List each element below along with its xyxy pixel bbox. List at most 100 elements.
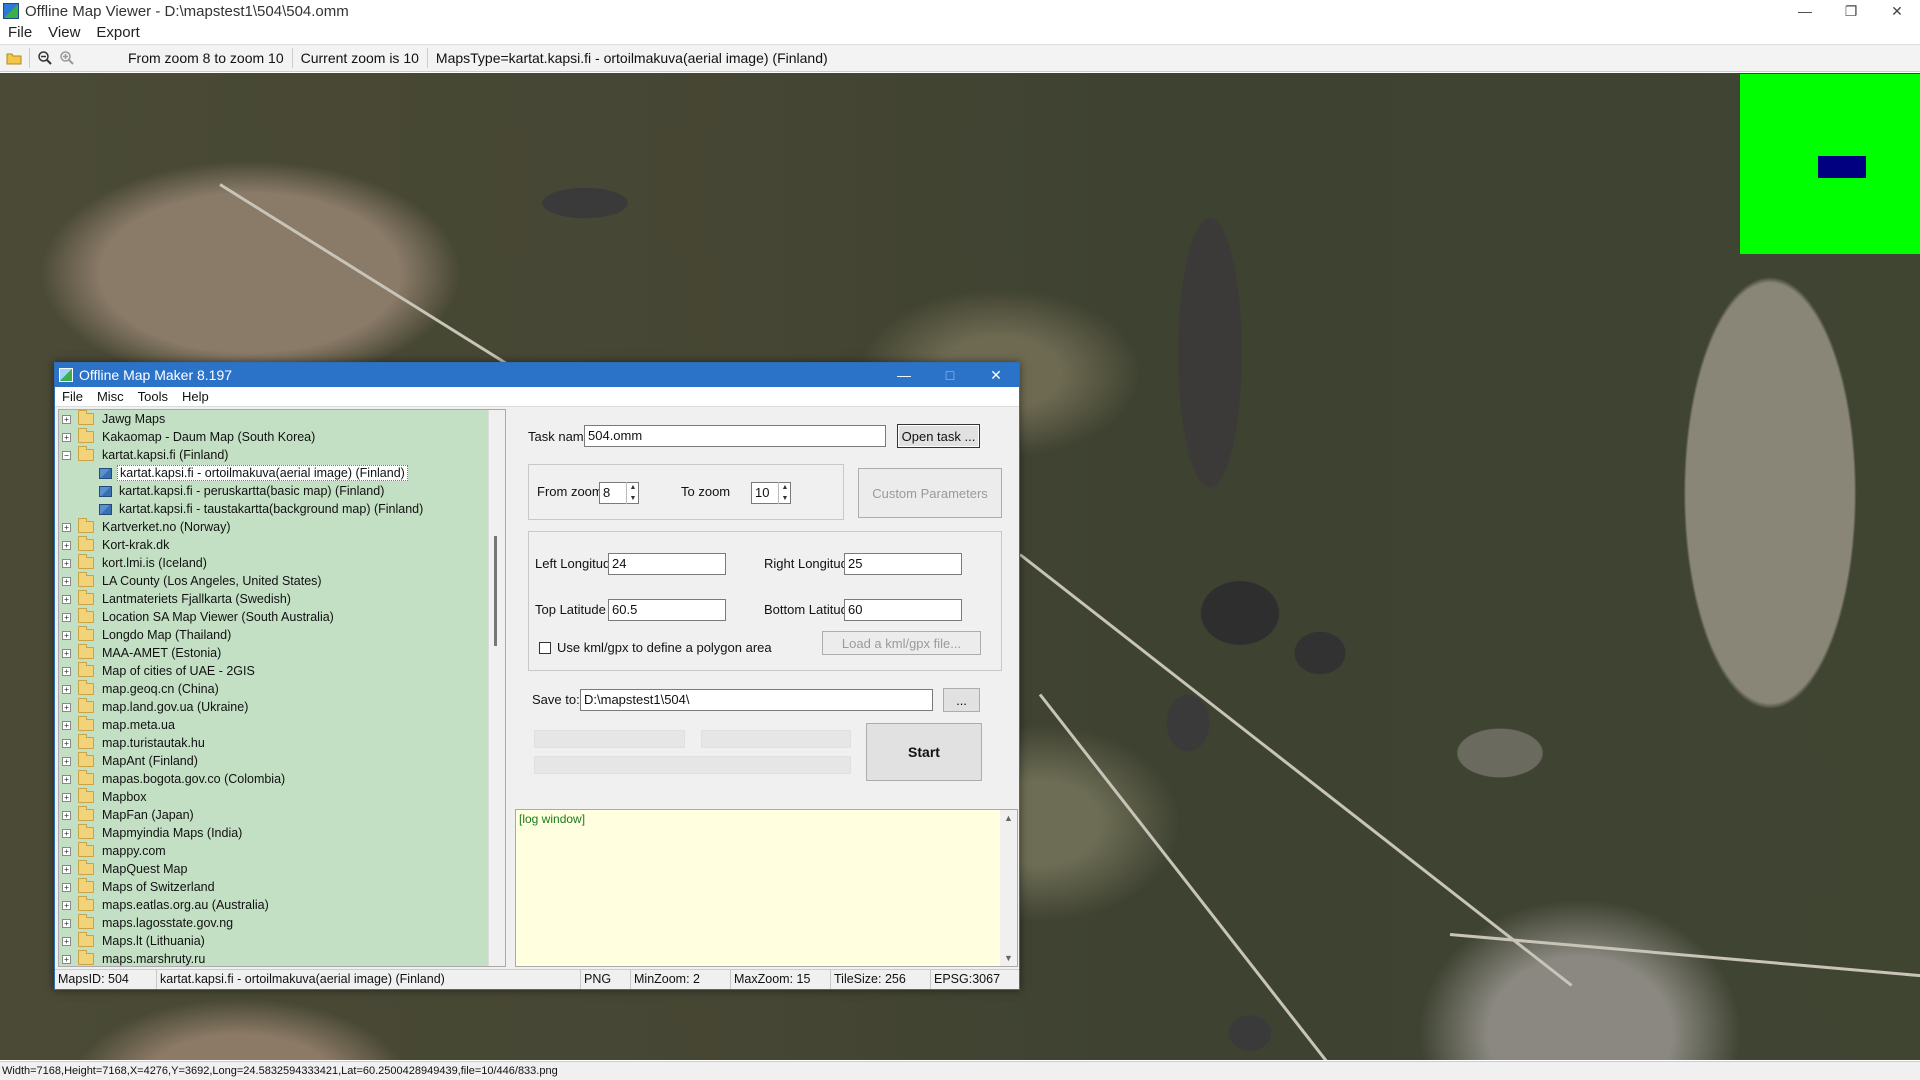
open-task-button[interactable]: Open task ... [897, 424, 980, 448]
tree-map-item[interactable]: kartat.kapsi.fi - peruskartta(basic map)… [59, 482, 505, 500]
tree-folder-item[interactable]: + MapFan (Japan) [59, 806, 505, 824]
tree-folder-item[interactable]: + Maps of Switzerland [59, 878, 505, 896]
scroll-down-icon[interactable]: ▼ [1000, 950, 1017, 966]
tree-folder-item[interactable]: + MapAnt (Finland) [59, 752, 505, 770]
tree-folder-item[interactable]: + map.land.gov.ua (Ukraine) [59, 698, 505, 716]
expand-icon[interactable]: + [62, 612, 71, 622]
expand-icon[interactable]: + [62, 684, 71, 694]
expand-icon[interactable]: + [62, 630, 71, 640]
top-latitude-input[interactable]: 60.5 [608, 599, 726, 621]
kml-checkbox-label[interactable]: Use kml/gpx to define a polygon area [557, 640, 772, 655]
dialog-menu-help[interactable]: Help [175, 389, 216, 404]
tree-folder-item[interactable]: + Lantmateriets Fjallkarta (Swedish) [59, 590, 505, 608]
tree-map-item[interactable]: kartat.kapsi.fi - ortoilmakuva(aerial im… [59, 464, 505, 482]
spin-up-icon[interactable]: ▲ [779, 482, 791, 493]
expand-icon[interactable]: + [62, 432, 71, 442]
tree-folder-item[interactable]: + map.turistautak.hu [59, 734, 505, 752]
tree-folder-item[interactable]: + maps.lagosstate.gov.ng [59, 914, 505, 932]
tree-folder-item[interactable]: + mapas.bogota.gov.co (Colombia) [59, 770, 505, 788]
tree-folder-item[interactable]: + Kort-krak.dk [59, 536, 505, 554]
save-to-input[interactable]: D:\mapstest1\504\ [580, 689, 933, 711]
zoom-out-icon[interactable] [34, 47, 56, 69]
dialog-maximize-icon[interactable]: □ [927, 363, 973, 387]
tree-folder-item[interactable]: + maps.marshruty.ru [59, 950, 505, 966]
load-kml-button[interactable]: Load a kml/gpx file... [822, 631, 981, 655]
restore-icon[interactable]: ❐ [1828, 0, 1874, 22]
open-folder-icon[interactable] [3, 47, 25, 69]
expand-icon[interactable]: + [62, 648, 71, 658]
tree-folder-item[interactable]: + LA County (Los Angeles, United States) [59, 572, 505, 590]
tree-folder-item[interactable]: + kort.lmi.is (Iceland) [59, 554, 505, 572]
tree-folder-item[interactable]: + Mapbox [59, 788, 505, 806]
overview-minimap[interactable] [1740, 74, 1920, 254]
expand-icon[interactable]: + [62, 414, 71, 424]
expand-icon[interactable]: + [62, 792, 71, 802]
tree-folder-item[interactable]: + Mapmyindia Maps (India) [59, 824, 505, 842]
expand-icon[interactable]: + [62, 540, 71, 550]
browse-button[interactable]: ... [943, 688, 980, 712]
minimize-icon[interactable]: — [1782, 0, 1828, 22]
dialog-menu-misc[interactable]: Misc [90, 389, 131, 404]
tree-folder-item[interactable]: + Kakaomap - Daum Map (South Korea) [59, 428, 505, 446]
expand-icon[interactable]: + [62, 828, 71, 838]
dialog-menu-file[interactable]: File [55, 389, 90, 404]
tree-folder-item[interactable]: + MAA-AMET (Estonia) [59, 644, 505, 662]
menu-file[interactable]: File [0, 24, 40, 41]
to-zoom-spinner[interactable]: ▲ ▼ [778, 482, 791, 504]
tree-scroll-thumb[interactable] [494, 536, 497, 646]
overview-viewport[interactable] [1818, 156, 1866, 178]
spin-up-icon[interactable]: ▲ [627, 482, 639, 493]
expand-icon[interactable]: + [62, 882, 71, 892]
tree-folder-item[interactable]: + mappy.com [59, 842, 505, 860]
expand-icon[interactable]: + [62, 720, 71, 730]
close-icon[interactable]: ✕ [1874, 0, 1920, 22]
expand-icon[interactable]: + [62, 954, 71, 964]
menu-view[interactable]: View [40, 24, 88, 41]
expand-icon[interactable]: + [62, 810, 71, 820]
tree-folder-item[interactable]: + map.meta.ua [59, 716, 505, 734]
start-button[interactable]: Start [866, 723, 982, 781]
map-source-tree[interactable]: + Jawg Maps + Kakaomap - Daum Map (South Ko… [58, 409, 506, 967]
expand-icon[interactable]: + [62, 666, 71, 676]
expand-icon[interactable]: + [62, 576, 71, 586]
tree-folder-item[interactable]: + Kartverket.no (Norway) [59, 518, 505, 536]
collapse-icon[interactable]: − [62, 450, 71, 460]
custom-parameters-button[interactable]: Custom Parameters [858, 468, 1002, 518]
tree-map-item[interactable]: kartat.kapsi.fi - taustakartta(backgroun… [59, 500, 505, 518]
expand-icon[interactable]: + [62, 900, 71, 910]
dialog-menu-tools[interactable]: Tools [131, 389, 175, 404]
dialog-minimize-icon[interactable]: — [881, 363, 927, 387]
right-longitude-input[interactable]: 25 [844, 553, 962, 575]
tree-folder-item[interactable]: + map.geoq.cn (China) [59, 680, 505, 698]
tree-folder-item[interactable]: + maps.eatlas.org.au (Australia) [59, 896, 505, 914]
log-scrollbar[interactable]: ▲ ▼ [1000, 810, 1017, 966]
expand-icon[interactable]: + [62, 594, 71, 604]
expand-icon[interactable]: + [62, 846, 71, 856]
spin-down-icon[interactable]: ▼ [779, 493, 791, 504]
kml-checkbox[interactable] [539, 642, 551, 654]
expand-icon[interactable]: + [62, 738, 71, 748]
task-name-input[interactable]: 504.omm [584, 425, 886, 447]
expand-icon[interactable]: + [62, 864, 71, 874]
spin-down-icon[interactable]: ▼ [627, 493, 639, 504]
tree-folder-item[interactable]: + MapQuest Map [59, 860, 505, 878]
expand-icon[interactable]: + [62, 522, 71, 532]
expand-icon[interactable]: + [62, 756, 71, 766]
tree-folder-item[interactable]: + Jawg Maps [59, 410, 505, 428]
from-zoom-spinner[interactable]: ▲ ▼ [626, 482, 639, 504]
log-window[interactable]: [log window] ▲ ▼ [515, 809, 1018, 967]
expand-icon[interactable]: + [62, 774, 71, 784]
menu-export[interactable]: Export [88, 24, 147, 41]
left-longitude-input[interactable]: 24 [608, 553, 726, 575]
tree-folder-item[interactable]: + Map of cities of UAE - 2GIS [59, 662, 505, 680]
expand-icon[interactable]: + [62, 702, 71, 712]
zoom-in-icon[interactable] [56, 47, 78, 69]
dialog-close-icon[interactable]: ✕ [973, 363, 1019, 387]
tree-folder-item[interactable]: + Maps.lt (Lithuania) [59, 932, 505, 950]
bottom-latitude-input[interactable]: 60 [844, 599, 962, 621]
tree-folder-item[interactable]: − kartat.kapsi.fi (Finland) [59, 446, 505, 464]
expand-icon[interactable]: + [62, 558, 71, 568]
expand-icon[interactable]: + [62, 918, 71, 928]
expand-icon[interactable]: + [62, 936, 71, 946]
tree-scrollbar[interactable] [488, 410, 505, 966]
